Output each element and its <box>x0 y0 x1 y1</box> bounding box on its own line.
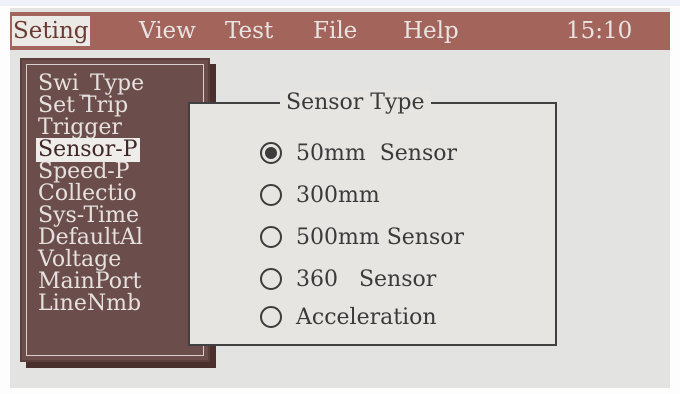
settings-menu-list: Swi_Type Set Trip Trigger Sensor-P Speed… <box>20 58 210 362</box>
device-screen: Seting View Test File Help 15:10 Swi_Typ… <box>10 8 670 388</box>
option-label: Acceleration <box>296 304 437 330</box>
radio-unchecked-icon[interactable] <box>260 268 282 290</box>
radio-unchecked-icon[interactable] <box>260 306 282 328</box>
menu-test[interactable]: Test <box>224 16 274 46</box>
option-label: 360 Sensor <box>296 266 437 292</box>
option-acceleration[interactable]: Acceleration <box>260 302 437 332</box>
option-label: 50mm Sensor <box>296 140 458 166</box>
page-backdrop <box>0 0 680 6</box>
sensor-type-dialog: Sensor Type 50mm Sensor 300mm 500mm Sens… <box>188 90 557 346</box>
menu-help[interactable]: Help <box>402 16 460 46</box>
menu-bar: Seting View Test File Help 15:10 <box>10 12 670 50</box>
dialog-title: Sensor Type <box>280 90 431 115</box>
setting-item-line-nmb[interactable]: LineNmb <box>36 292 143 316</box>
radio-unchecked-icon[interactable] <box>260 226 282 248</box>
option-label: 300mm <box>296 182 380 208</box>
option-label: 500mm Sensor <box>296 224 465 250</box>
clock-time: 15:10 <box>566 18 633 44</box>
radio-checked-icon[interactable] <box>260 142 282 164</box>
option-360-sensor[interactable]: 360 Sensor <box>260 264 436 294</box>
option-50mm-sensor[interactable]: 50mm Sensor <box>260 138 457 168</box>
menu-seting[interactable]: Seting <box>12 16 90 46</box>
menu-view[interactable]: View <box>138 16 197 46</box>
option-300mm[interactable]: 300mm <box>260 180 380 210</box>
radio-unchecked-icon[interactable] <box>260 184 282 206</box>
option-500mm-sensor[interactable]: 500mm Sensor <box>260 222 464 252</box>
menu-file[interactable]: File <box>312 16 358 46</box>
